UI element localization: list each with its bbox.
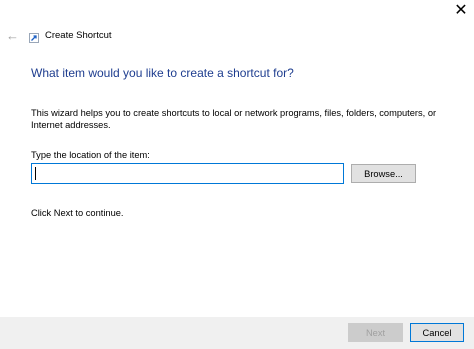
close-button[interactable]: ✕ — [448, 0, 474, 21]
shortcut-icon — [29, 33, 39, 43]
browse-button[interactable]: Browse... — [351, 164, 416, 183]
create-shortcut-window: ✕ ← Create Shortcut What item would you … — [0, 0, 474, 349]
close-icon: ✕ — [454, 1, 468, 19]
cancel-button[interactable]: Cancel — [410, 323, 464, 342]
location-label: Type the location of the item: — [31, 150, 150, 160]
continue-instruction: Click Next to continue. — [31, 208, 124, 218]
next-button[interactable]: Next — [348, 323, 403, 342]
text-caret — [35, 167, 36, 180]
wizard-heading: What item would you like to create a sho… — [31, 66, 294, 80]
back-button[interactable]: ← — [6, 28, 20, 43]
window-title: Create Shortcut — [45, 30, 112, 41]
location-input[interactable] — [31, 163, 344, 184]
back-arrow-icon: ← — [6, 28, 19, 43]
wizard-description: This wizard helps you to create shortcut… — [31, 108, 437, 130]
